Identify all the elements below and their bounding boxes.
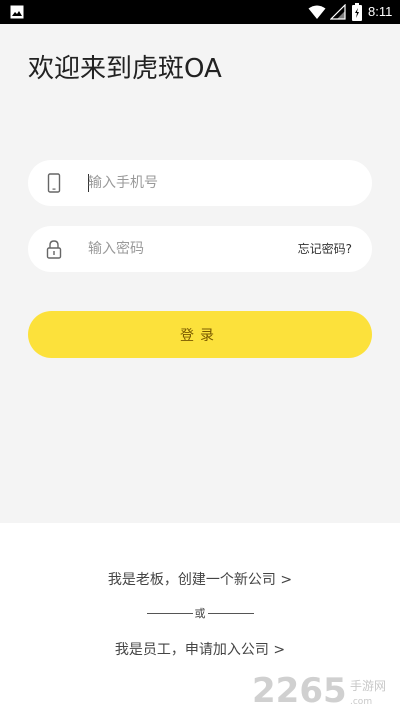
- phone-input-row[interactable]: [28, 160, 372, 206]
- svg-text:2265: 2265: [252, 671, 347, 708]
- signal-icon: [330, 4, 346, 20]
- status-bar: 8:11: [0, 0, 400, 24]
- password-input[interactable]: [88, 226, 288, 272]
- lock-icon: [46, 240, 62, 259]
- create-company-link[interactable]: 我是老板，创建一个新公司 >: [0, 569, 400, 589]
- phone-icon: [47, 173, 61, 193]
- password-input-row[interactable]: 忘记密码?: [28, 226, 372, 272]
- phone-input[interactable]: [88, 160, 288, 206]
- svg-text:手游网: 手游网: [350, 679, 386, 693]
- battery-icon: [352, 3, 362, 21]
- gallery-icon: [10, 5, 24, 19]
- join-company-link[interactable]: 我是员工，申请加入公司 >: [0, 639, 400, 659]
- forgot-password-link[interactable]: 忘记密码?: [298, 241, 352, 257]
- login-panel: 欢迎来到虎斑OA 忘记密码? 登录: [0, 24, 400, 523]
- status-time: 8:11: [368, 4, 393, 19]
- wifi-icon: [308, 5, 326, 19]
- svg-text:.com: .com: [350, 697, 372, 707]
- site-watermark: 2265 手游网 .com: [252, 671, 386, 708]
- divider-line-left: [146, 612, 193, 614]
- divider-line-right: [207, 612, 254, 614]
- or-divider: 或: [0, 605, 400, 621]
- divider-text: 或: [194, 607, 206, 620]
- page-title: 欢迎来到虎斑OA: [28, 54, 222, 84]
- login-button[interactable]: 登录: [28, 311, 372, 358]
